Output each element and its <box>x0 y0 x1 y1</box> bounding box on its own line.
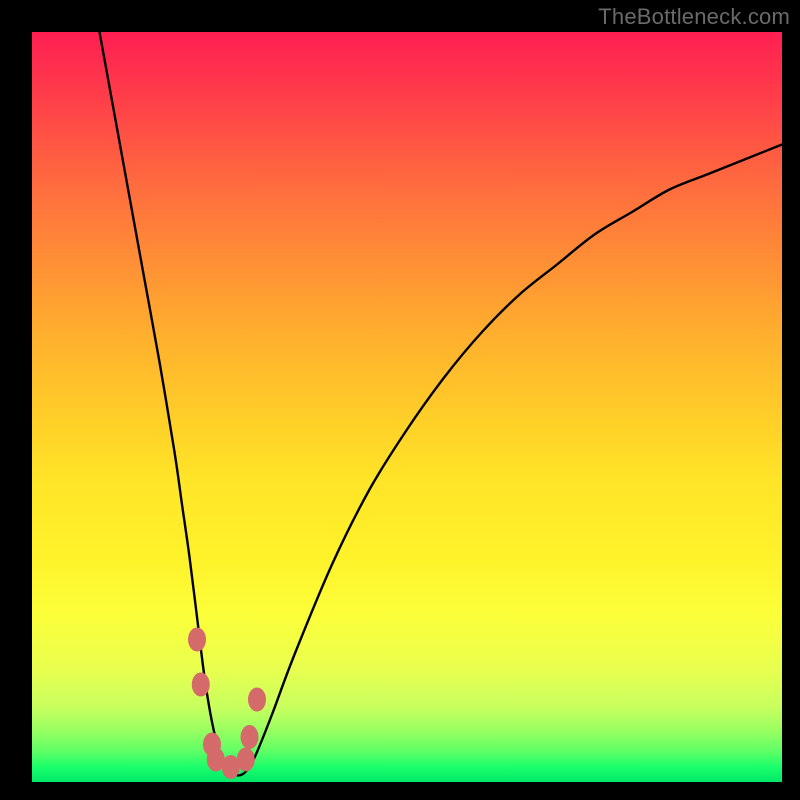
trough-marker-dot <box>188 628 206 652</box>
plot-area <box>32 32 782 782</box>
trough-marker-dot <box>241 725 259 749</box>
trough-marker-dot <box>248 688 266 712</box>
trough-marker-dot <box>237 748 255 772</box>
bottleneck-curve <box>100 32 783 775</box>
curve-layer <box>32 32 782 782</box>
watermark-text: TheBottleneck.com <box>598 4 790 30</box>
trough-marker-dot <box>192 673 210 697</box>
chart-frame: TheBottleneck.com <box>0 0 800 800</box>
trough-markers <box>188 628 266 780</box>
